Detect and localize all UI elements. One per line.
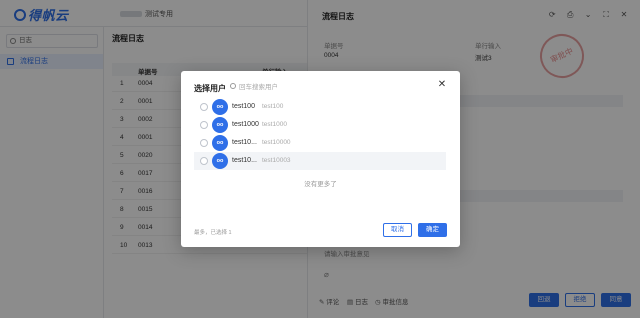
user-account: test10003 (262, 157, 291, 164)
user-name: test10... (232, 157, 257, 164)
selected-count: 最多，已选择 1 (194, 230, 232, 236)
user-search (228, 81, 348, 93)
user-account: test100 (262, 103, 284, 110)
search-icon (230, 83, 236, 89)
user-name: test1000 (232, 121, 259, 128)
avatar: oo (212, 135, 228, 151)
select-user-dialog: 选择用户 ✕ ootest100test100ootest1000test100… (181, 71, 460, 247)
cancel-button[interactable]: 取消 (383, 223, 412, 237)
user-account: test10000 (262, 139, 291, 146)
avatar: oo (212, 153, 228, 169)
user-option[interactable]: oo test10... test10000 (194, 134, 446, 152)
no-more-text: 没有更多了 (304, 181, 337, 188)
radio-button[interactable] (200, 139, 208, 147)
close-icon[interactable]: ✕ (436, 79, 448, 91)
dialog-title: 选择用户 (194, 84, 226, 93)
avatar: oo (212, 117, 228, 133)
user-option[interactable]: oo test100 test100 (194, 98, 446, 116)
user-account: test1000 (262, 121, 287, 128)
user-name: test10... (232, 139, 257, 146)
user-option[interactable]: oo test1000 test1000 (194, 116, 446, 134)
user-option[interactable]: oo test10... test10003 (194, 152, 446, 170)
confirm-button[interactable]: 确定 (418, 223, 447, 237)
avatar: oo (212, 99, 228, 115)
radio-button[interactable] (200, 121, 208, 129)
radio-button[interactable] (200, 157, 208, 165)
radio-button[interactable] (200, 103, 208, 111)
user-search-input[interactable] (239, 81, 344, 93)
user-name: test100 (232, 103, 255, 110)
